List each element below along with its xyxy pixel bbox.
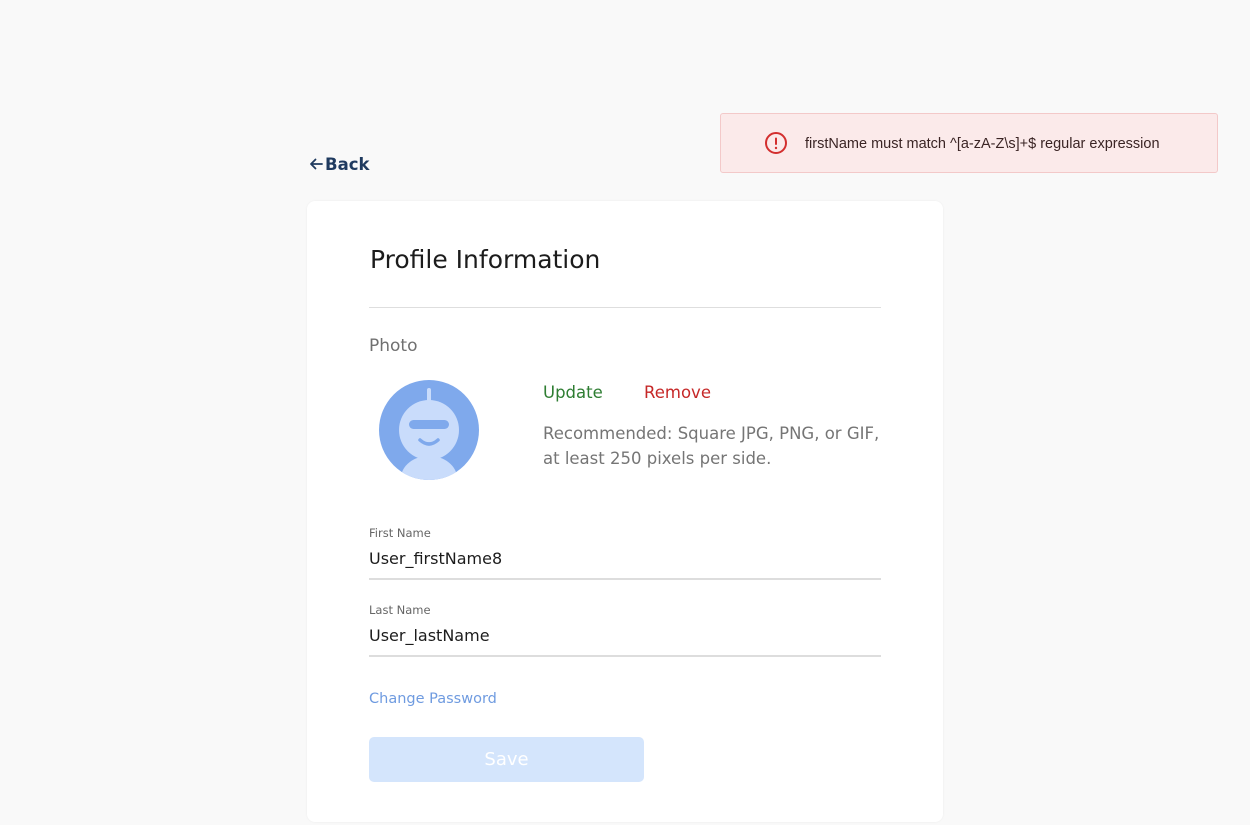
- page: firstName must match ^[a-zA-Z\s]+$ regul…: [0, 0, 1250, 825]
- toast-message: firstName must match ^[a-zA-Z\s]+$ regul…: [805, 136, 1160, 152]
- update-photo-link[interactable]: Update: [543, 383, 603, 402]
- first-name-field: First Name: [369, 526, 881, 588]
- save-button[interactable]: Save: [369, 737, 644, 782]
- page-title: Profile Information: [370, 245, 601, 274]
- remove-photo-link[interactable]: Remove: [644, 383, 711, 402]
- change-password-link[interactable]: Change Password: [369, 691, 497, 707]
- error-circle-icon: [765, 132, 787, 154]
- back-link[interactable]: Back: [308, 152, 369, 176]
- title-divider: [369, 307, 881, 308]
- last-name-field: Last Name: [369, 603, 881, 665]
- first-name-input[interactable]: [369, 544, 881, 572]
- first-name-underline: [369, 578, 881, 580]
- error-toast: firstName must match ^[a-zA-Z\s]+$ regul…: [720, 113, 1218, 173]
- photo-label: Photo: [369, 336, 418, 356]
- last-name-underline: [369, 655, 881, 657]
- first-name-label: First Name: [369, 526, 431, 540]
- photo-actions: Update Remove: [543, 383, 711, 402]
- photo-hint: Recommended: Square JPG, PNG, or GIF, at…: [543, 424, 880, 468]
- arrow-left-icon: [310, 158, 323, 170]
- robot-avatar-icon: [379, 380, 479, 480]
- last-name-input[interactable]: [369, 621, 881, 649]
- profile-card: Profile Information Photo Update Remove …: [307, 201, 943, 822]
- back-label: Back: [325, 154, 370, 174]
- last-name-label: Last Name: [369, 603, 431, 617]
